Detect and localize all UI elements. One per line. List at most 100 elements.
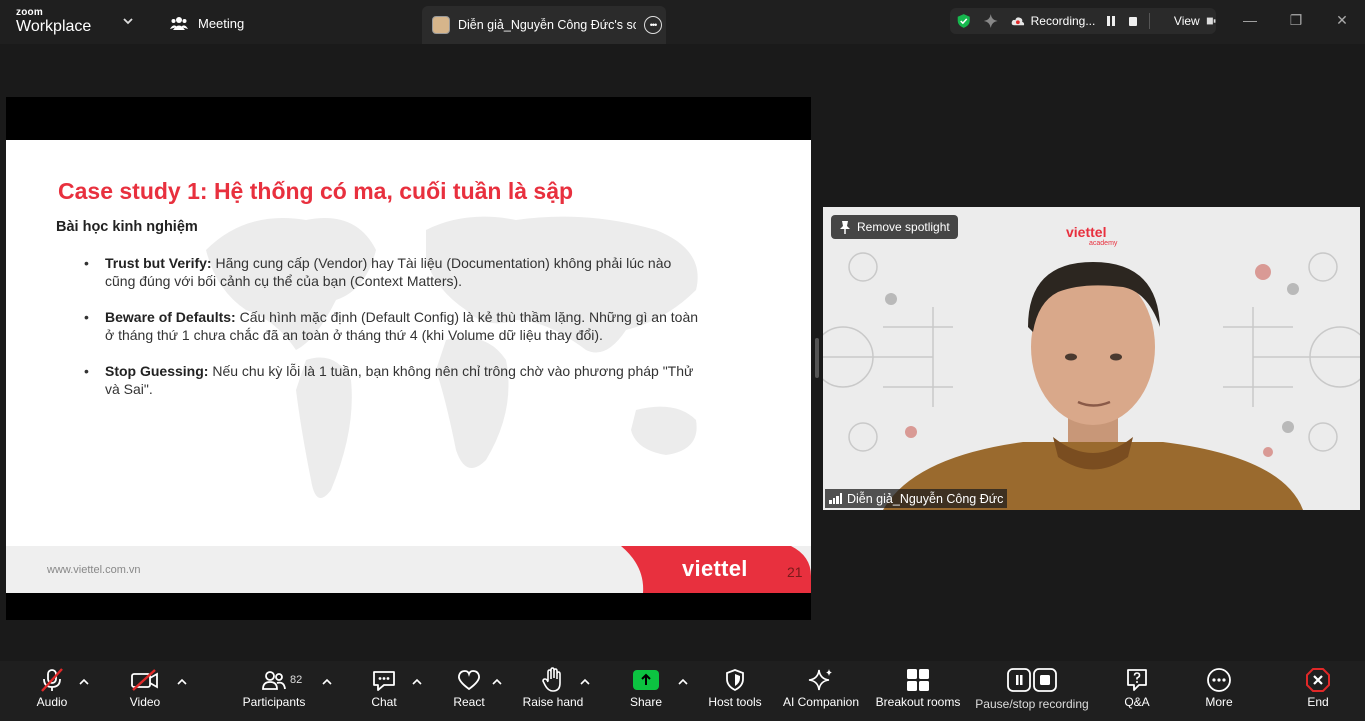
qa-button[interactable]: Q&A xyxy=(1120,661,1154,721)
slide-page-number: 21 xyxy=(787,564,803,580)
participants-count: 82 xyxy=(290,674,303,686)
more-label: More xyxy=(1205,695,1233,709)
shield-icon xyxy=(726,669,744,692)
breakout-grid-icon xyxy=(907,669,929,691)
participant-name: Diễn giả_Nguyễn Công Đức xyxy=(847,491,1004,506)
video-off-icon xyxy=(131,669,158,691)
brand-top: zoom xyxy=(16,7,43,18)
participant-name-tag: Diễn giả_Nguyễn Công Đức xyxy=(825,489,1008,508)
chevron-up-icon[interactable] xyxy=(411,677,423,685)
raise-hand-label: Raise hand xyxy=(522,695,584,709)
pause-stop-recording-label: Pause/stop recording xyxy=(975,697,1089,711)
view-button[interactable]: View xyxy=(1174,14,1200,28)
react-label: React xyxy=(453,695,485,709)
speaker-video-tile[interactable]: Remove spotlight viettel academy Diễn gi… xyxy=(823,207,1360,510)
more-options-icon[interactable]: ••• xyxy=(644,16,662,34)
raise-hand-button[interactable]: Raise hand xyxy=(522,661,584,721)
ai-companion-button[interactable]: AI Companion xyxy=(782,661,860,721)
slide-subtitle: Bài học kinh nghiệm xyxy=(56,219,198,235)
chevron-up-icon[interactable] xyxy=(491,677,503,685)
hand-icon xyxy=(542,667,561,692)
share-screen-icon xyxy=(633,670,659,690)
participants-label: Participants xyxy=(242,695,306,709)
brand-bottom: Workplace xyxy=(16,18,92,35)
audio-button[interactable]: Audio xyxy=(34,661,70,721)
presentation-slide: Case study 1: Hệ thống có ma, cuối tuần … xyxy=(6,140,811,593)
shield-check-icon[interactable] xyxy=(956,12,971,30)
remove-spotlight-button[interactable]: Remove spotlight xyxy=(831,215,958,239)
end-label: End xyxy=(1307,695,1329,709)
maximize-icon[interactable]: ❐ xyxy=(1273,0,1319,40)
qa-icon xyxy=(1127,669,1147,691)
breakout-rooms-button[interactable]: Breakout rooms xyxy=(875,661,961,721)
sparkle-icon[interactable] xyxy=(983,12,999,30)
chevron-down-icon[interactable] xyxy=(121,14,135,28)
footer-url: www.viettel.com.vn xyxy=(47,564,141,576)
view-layout-icon[interactable] xyxy=(1206,15,1216,27)
list-item: Beware of Defaults: Cấu hình mặc định (D… xyxy=(84,308,704,344)
host-tools-label: Host tools xyxy=(708,695,762,709)
speaker-video xyxy=(823,207,1360,510)
share-label: Share xyxy=(629,695,663,709)
chevron-up-icon[interactable] xyxy=(677,677,689,685)
slide-footer: www.viettel.com.vn viettel 21 xyxy=(6,546,811,593)
participants-icon xyxy=(262,671,286,690)
shared-screen: Case study 1: Hệ thống có ma, cuối tuần … xyxy=(6,97,811,620)
video-label: Video xyxy=(129,695,161,709)
end-meeting-button[interactable]: End xyxy=(1302,661,1334,721)
ai-sparkle-icon xyxy=(808,669,832,691)
end-call-icon xyxy=(1306,668,1330,692)
meeting-toolbar: Audio Video Participants 82 Chat React R… xyxy=(0,661,1365,721)
participants-button[interactable]: Participants xyxy=(240,661,308,721)
recording-label: Recording... xyxy=(1030,14,1096,28)
presenter-avatar xyxy=(432,16,450,34)
tab-screen-share[interactable]: Diễn giả_Nguyễn Công Đức's scre ••• xyxy=(422,6,666,44)
mic-muted-icon xyxy=(41,668,63,692)
cloud-recording-icon xyxy=(1011,17,1024,26)
ai-companion-label: AI Companion xyxy=(782,695,860,709)
remove-spotlight-label: Remove spotlight xyxy=(857,220,950,234)
chat-button[interactable]: Chat xyxy=(366,661,402,721)
close-icon[interactable]: ✕ xyxy=(1319,0,1365,40)
list-item: Stop Guessing: Nếu chu kỳ lỗi là 1 tuần,… xyxy=(84,362,704,398)
viettel-academy-logo: viettel xyxy=(1066,224,1107,240)
tab-meeting[interactable]: Meeting xyxy=(170,12,244,34)
breakout-rooms-label: Breakout rooms xyxy=(875,695,961,709)
pin-icon xyxy=(840,221,850,234)
audio-label: Audio xyxy=(36,695,68,709)
bullet-term: Beware of Defaults: xyxy=(105,309,236,325)
chevron-up-icon[interactable] xyxy=(176,677,188,685)
bullet-term: Trust but Verify: xyxy=(105,255,212,271)
viettel-logo: viettel xyxy=(682,556,748,581)
chevron-up-icon[interactable] xyxy=(579,677,591,685)
pause-recording-icon[interactable] xyxy=(1107,16,1116,26)
more-button[interactable]: More xyxy=(1202,661,1236,721)
tab-meeting-label: Meeting xyxy=(198,15,245,31)
pause-stop-icon xyxy=(1007,668,1057,692)
list-item: Trust but Verify: Hãng cung cấp (Vendor)… xyxy=(84,254,704,290)
people-icon xyxy=(170,17,188,30)
react-button[interactable]: React xyxy=(450,661,488,721)
title-bar: zoom Workplace Meeting Diễn giả_Nguyễn C… xyxy=(0,0,1365,44)
stop-recording-icon[interactable] xyxy=(1129,16,1138,26)
bullet-term: Stop Guessing: xyxy=(105,363,209,379)
viettel-academy-sub: academy xyxy=(1089,240,1118,247)
host-tools-button[interactable]: Host tools xyxy=(706,661,764,721)
chat-icon xyxy=(373,671,395,691)
chat-label: Chat xyxy=(371,695,397,709)
chevron-up-icon[interactable] xyxy=(78,677,90,685)
window-controls: — ❐ ✕ xyxy=(1227,0,1365,40)
zoom-workplace-logo: zoom Workplace xyxy=(16,8,91,35)
chevron-up-icon[interactable] xyxy=(321,677,333,685)
video-button[interactable]: Video xyxy=(126,661,164,721)
divider xyxy=(1149,13,1150,29)
signal-strength-icon xyxy=(829,493,842,504)
share-button[interactable]: Share xyxy=(628,661,664,721)
more-dots-icon xyxy=(1207,668,1231,692)
slide-bullet-list: Trust but Verify: Hãng cung cấp (Vendor)… xyxy=(84,254,704,416)
split-view-handle[interactable] xyxy=(815,338,819,378)
slide-title: Case study 1: Hệ thống có ma, cuối tuần … xyxy=(58,178,574,204)
tab-screen-share-label: Diễn giả_Nguyễn Công Đức's scre xyxy=(458,18,636,32)
minimize-icon[interactable]: — xyxy=(1227,0,1273,40)
pause-stop-recording-button[interactable]: Pause/stop recording xyxy=(974,661,1090,721)
